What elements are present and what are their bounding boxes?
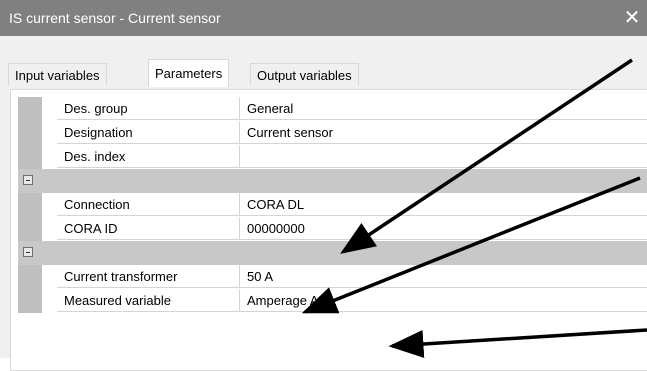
- title-bar: IS current sensor - Current sensor ✕: [0, 0, 647, 36]
- property-value[interactable]: [240, 145, 647, 168]
- property-name: Des. index: [57, 145, 240, 168]
- window-title: IS current sensor - Current sensor: [9, 10, 221, 26]
- tab-input-variables[interactable]: Input variables: [8, 63, 107, 86]
- property-value[interactable]: General: [240, 97, 647, 120]
- close-icon[interactable]: ✕: [617, 0, 647, 36]
- tab-parameters[interactable]: Parameters: [148, 59, 230, 87]
- collapse-icon[interactable]: [23, 247, 33, 257]
- property-value[interactable]: 00000000: [240, 217, 647, 240]
- property-row[interactable]: Des. index: [18, 145, 647, 169]
- property-value[interactable]: Current sensor: [240, 121, 647, 144]
- property-name: Designation: [57, 121, 240, 144]
- property-row[interactable]: Current transformer 50 A: [18, 265, 647, 289]
- dialog-window: IS current sensor - Current sensor ✕ Inp…: [0, 0, 647, 371]
- collapse-icon[interactable]: [23, 175, 33, 185]
- property-name: Current transformer: [57, 265, 240, 288]
- property-value[interactable]: CORA DL: [240, 193, 647, 216]
- property-row[interactable]: Designation Current sensor: [18, 121, 647, 145]
- tab-output-variables[interactable]: Output variables: [250, 63, 359, 86]
- group-header-row[interactable]: [18, 241, 647, 265]
- property-row[interactable]: Measured variable Amperage A: [18, 289, 647, 313]
- group-header-row[interactable]: [18, 169, 647, 193]
- property-name: Connection: [57, 193, 240, 216]
- property-value[interactable]: 50 A: [240, 265, 647, 288]
- property-name: Des. group: [57, 97, 240, 120]
- property-name: CORA ID: [57, 217, 240, 240]
- tab-strip: Input variables Parameters Output variab…: [0, 36, 647, 90]
- property-row[interactable]: CORA ID 00000000: [18, 217, 647, 241]
- property-name: Measured variable: [57, 289, 240, 312]
- property-row[interactable]: Connection CORA DL: [18, 193, 647, 217]
- property-value[interactable]: Amperage A: [240, 289, 647, 312]
- property-row[interactable]: Des. group General: [18, 97, 647, 121]
